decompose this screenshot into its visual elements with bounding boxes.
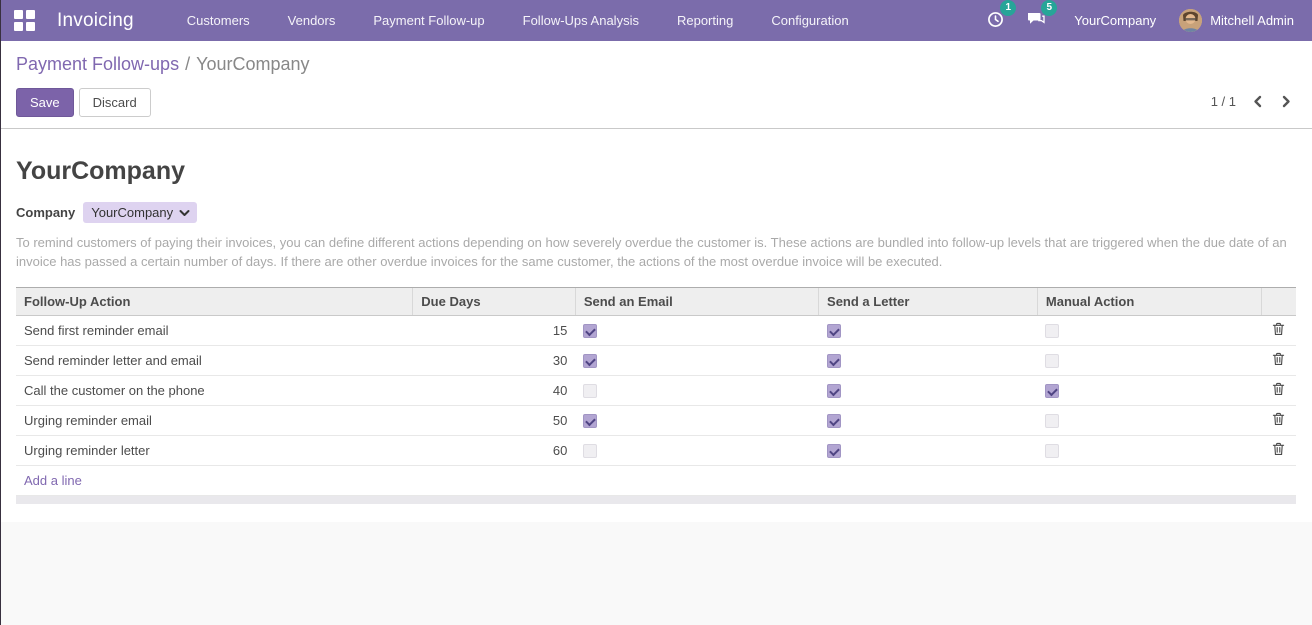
user-name: Mitchell Admin <box>1210 13 1294 28</box>
header-delete-column <box>1261 288 1296 316</box>
followup-table-row: Urging reminder letter 60 <box>16 436 1296 466</box>
nav-menu: CustomersVendorsPayment Follow-upFollow-… <box>168 0 868 41</box>
activity-count-badge: 1 <box>1000 0 1016 16</box>
control-panel: Payment Follow-ups / YourCompany Save Disc… <box>0 41 1312 129</box>
delete-row-button[interactable] <box>1272 442 1285 456</box>
top-navbar: Invoicing CustomersVendorsPayment Follow… <box>0 0 1312 41</box>
followup-table-row: Send reminder letter and email 30 <box>16 346 1296 376</box>
followup-table-row: Urging reminder email 50 <box>16 406 1296 436</box>
followup-action-cell[interactable]: Urging reminder letter <box>16 436 413 466</box>
breadcrumb-current: YourCompany <box>196 54 309 74</box>
due-days-cell[interactable]: 40 <box>413 376 576 406</box>
due-days-cell[interactable]: 30 <box>413 346 576 376</box>
breadcrumb-parent-link[interactable]: Payment Follow-ups <box>16 54 179 74</box>
discard-button[interactable]: Discard <box>79 88 151 117</box>
apps-menu-icon[interactable] <box>14 10 35 31</box>
list-footer-strip <box>16 496 1296 504</box>
form-sheet: YourCompany Company YourCompany To remin… <box>0 129 1312 522</box>
add-a-line-link[interactable]: Add a line <box>24 473 82 488</box>
followup-action-cell[interactable]: Call the customer on the phone <box>16 376 413 406</box>
help-text: To remind customers of paying their invo… <box>16 233 1296 271</box>
send-letter-checkbox[interactable] <box>827 414 841 428</box>
header-followup-action[interactable]: Follow-Up Action <box>16 288 413 316</box>
button-row: Save Discard <box>16 88 1296 117</box>
save-button[interactable]: Save <box>16 88 74 117</box>
activity-clock-icon <box>987 15 1004 32</box>
chat-bubble-icon <box>1027 14 1045 31</box>
nav-item-customers[interactable]: Customers <box>168 0 269 41</box>
manual-action-checkbox[interactable] <box>1045 414 1059 428</box>
user-menu[interactable]: Mitchell Admin <box>1179 9 1298 32</box>
due-days-cell[interactable]: 15 <box>413 316 576 346</box>
header-send-email[interactable]: Send an Email <box>575 288 818 316</box>
followup-table-row: Send first reminder email 15 <box>16 316 1296 346</box>
avatar <box>1179 9 1202 32</box>
delete-row-button[interactable] <box>1272 412 1285 426</box>
company-field-row: Company YourCompany <box>16 202 1296 223</box>
pager-value: 1 / 1 <box>1211 94 1236 109</box>
send-email-checkbox[interactable] <box>583 414 597 428</box>
nav-item-vendors[interactable]: Vendors <box>269 0 355 41</box>
header-due-days[interactable]: Due Days <box>413 288 576 316</box>
page-background <box>0 522 1312 625</box>
nav-item-payment-follow-up[interactable]: Payment Follow-up <box>354 0 503 41</box>
manual-action-checkbox[interactable] <box>1045 324 1059 338</box>
delete-row-button[interactable] <box>1272 322 1285 336</box>
followup-action-cell[interactable]: Send first reminder email <box>16 316 413 346</box>
send-letter-checkbox[interactable] <box>827 384 841 398</box>
navbar-right: 1 5 YourCompany Mitchell Admin <box>983 7 1298 35</box>
manual-action-checkbox[interactable] <box>1045 354 1059 368</box>
page-title: YourCompany <box>16 157 1296 186</box>
window-left-edge <box>0 0 1 625</box>
followup-table-row: Call the customer on the phone 40 <box>16 376 1296 406</box>
company-switcher[interactable]: YourCompany <box>1064 13 1170 28</box>
messages-button[interactable]: 5 <box>1023 7 1055 34</box>
send-email-checkbox[interactable] <box>583 384 597 398</box>
followup-lines-table: Follow-Up Action Due Days Send an Email … <box>16 287 1296 496</box>
nav-item-reporting[interactable]: Reporting <box>658 0 752 41</box>
send-email-checkbox[interactable] <box>583 324 597 338</box>
breadcrumb: Payment Follow-ups / YourCompany <box>16 54 1296 75</box>
delete-row-button[interactable] <box>1272 352 1285 366</box>
due-days-cell[interactable]: 60 <box>413 436 576 466</box>
company-select[interactable]: YourCompany <box>83 202 197 223</box>
manual-action-checkbox[interactable] <box>1045 384 1059 398</box>
manual-action-checkbox[interactable] <box>1045 444 1059 458</box>
table-header-row: Follow-Up Action Due Days Send an Email … <box>16 288 1296 316</box>
send-email-checkbox[interactable] <box>583 354 597 368</box>
send-email-checkbox[interactable] <box>583 444 597 458</box>
nav-item-follow-ups-analysis[interactable]: Follow-Ups Analysis <box>504 0 658 41</box>
send-letter-checkbox[interactable] <box>827 324 841 338</box>
followup-action-cell[interactable]: Send reminder letter and email <box>16 346 413 376</box>
breadcrumb-separator: / <box>185 54 190 74</box>
send-letter-checkbox[interactable] <box>827 444 841 458</box>
add-line-row: Add a line <box>16 466 1296 496</box>
send-letter-checkbox[interactable] <box>827 354 841 368</box>
due-days-cell[interactable]: 50 <box>413 406 576 436</box>
pager-next-button[interactable] <box>1279 93 1294 110</box>
delete-row-button[interactable] <box>1272 382 1285 396</box>
message-count-badge: 5 <box>1041 0 1057 16</box>
header-send-letter[interactable]: Send a Letter <box>819 288 1038 316</box>
followup-action-cell[interactable]: Urging reminder email <box>16 406 413 436</box>
activities-button[interactable]: 1 <box>983 7 1014 35</box>
app-name[interactable]: Invoicing <box>57 10 134 32</box>
company-select-wrap: YourCompany <box>83 202 197 223</box>
header-manual-action[interactable]: Manual Action <box>1037 288 1261 316</box>
company-field-label: Company <box>16 205 75 220</box>
pager-previous-button[interactable] <box>1250 93 1265 110</box>
nav-item-configuration[interactable]: Configuration <box>752 0 867 41</box>
pager: 1 / 1 <box>1211 93 1294 110</box>
